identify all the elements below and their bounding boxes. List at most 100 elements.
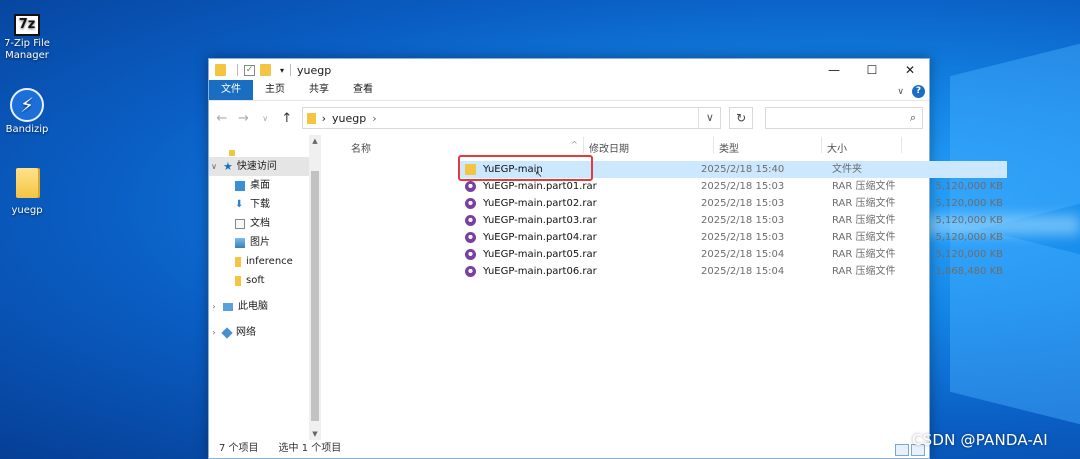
- file-size: 1,868,480 KB: [935, 266, 1004, 277]
- rar-archive-icon: [465, 232, 476, 243]
- properties-quick-icon[interactable]: ✓: [244, 64, 255, 76]
- tab-file[interactable]: 文件: [209, 80, 253, 100]
- back-arrow-icon[interactable]: ←: [215, 111, 229, 126]
- download-icon: ⬇: [235, 198, 244, 210]
- column-header-type[interactable]: 类型: [719, 140, 739, 155]
- search-input[interactable]: ⌕: [764, 107, 923, 129]
- desktop-icon-label: 7-Zip File: [4, 38, 50, 49]
- forward-arrow-icon[interactable]: →: [237, 111, 251, 126]
- navigation-bar: ← → ∨ ↑ › yuegp › ∨ ↻ ⌕: [209, 101, 929, 135]
- rar-archive-icon: [465, 266, 476, 277]
- breadcrumb-yuegp[interactable]: yuegp: [332, 112, 366, 125]
- collapse-chevron-icon[interactable]: ∨: [209, 157, 219, 176]
- ribbon-tabs: 文件 主页 共享 查看 ∨ ?: [209, 80, 929, 101]
- file-name: YuEGP-main.part05.rar: [483, 249, 597, 260]
- file-type: RAR 压缩文件: [832, 266, 896, 277]
- star-icon: ★: [223, 160, 233, 173]
- quick-access-dropdown-icon[interactable]: ▾: [280, 66, 284, 75]
- rar-archive-icon: [465, 249, 476, 260]
- nav-scrollbar[interactable]: ▲ ▼: [309, 135, 321, 440]
- desktop-icon-yuegp-folder[interactable]: yuegp: [2, 168, 52, 217]
- title-bar[interactable]: ✓ ▾ yuegp — ☐ ✕: [209, 59, 929, 81]
- maximize-button[interactable]: ☐: [853, 59, 891, 81]
- nav-label: 下载: [250, 199, 270, 210]
- window-title: yuegp: [297, 63, 332, 77]
- help-icon[interactable]: ?: [912, 85, 925, 98]
- recent-locations-icon[interactable]: ∨: [258, 114, 272, 123]
- details-view-icon[interactable]: [895, 444, 909, 456]
- nav-network[interactable]: › 网络: [209, 323, 256, 342]
- selection-count: 选中 1 个项目: [278, 443, 342, 454]
- nav-this-pc[interactable]: › 此电脑: [209, 297, 268, 316]
- file-date: 2025/2/18 15:04: [701, 266, 785, 277]
- minimize-button[interactable]: —: [815, 59, 853, 81]
- item-count: 7 个项目: [219, 443, 259, 454]
- file-row[interactable]: YuEGP-main.part03.rar 2025/2/18 15:03 RA…: [459, 212, 1007, 229]
- expand-ribbon-icon[interactable]: ∨: [897, 87, 904, 97]
- desktop-icon-label: yuegp: [11, 205, 43, 216]
- nav-label: inference: [246, 256, 293, 267]
- column-header-size[interactable]: 大小: [827, 140, 847, 155]
- rar-archive-icon: [465, 215, 476, 226]
- tab-share[interactable]: 共享: [297, 80, 341, 100]
- scroll-up-icon[interactable]: ▲: [309, 137, 321, 145]
- file-date: 2025/2/18 15:04: [701, 249, 785, 260]
- nav-quick-access[interactable]: ∨ ★ 快速访问: [209, 157, 309, 176]
- nav-item-soft[interactable]: soft: [235, 271, 265, 290]
- expand-chevron-icon[interactable]: ›: [209, 297, 219, 316]
- scrollbar-thumb[interactable]: [311, 171, 319, 421]
- file-date: 2025/2/18 15:03: [701, 198, 785, 209]
- file-size: 5,120,000 KB: [935, 215, 1004, 226]
- refresh-button[interactable]: ↻: [729, 107, 753, 129]
- desktop-icon-label: Bandizip: [5, 124, 49, 135]
- file-name: YuEGP-main.part02.rar: [483, 198, 597, 209]
- folder-icon: [235, 275, 241, 286]
- network-icon: [221, 326, 233, 339]
- bandizip-logo-icon: ⚡: [10, 88, 44, 122]
- file-row[interactable]: YuEGP-main.part06.rar 2025/2/18 15:04 RA…: [459, 263, 1007, 280]
- nav-item-inference[interactable]: inference: [235, 252, 293, 271]
- nav-item-pictures[interactable]: 图片: [235, 233, 270, 252]
- mouse-cursor-icon: ↖: [535, 170, 543, 180]
- file-size: 5,120,000 KB: [935, 181, 1004, 192]
- file-list: ^ 名称 修改日期 类型 大小 YuEGP-main 2025/2/18 15:…: [321, 135, 1007, 440]
- file-type: RAR 压缩文件: [832, 232, 896, 243]
- address-bar[interactable]: › yuegp › ∨: [301, 107, 722, 129]
- nav-label: 快速访问: [236, 161, 277, 172]
- watermark: CSDN @PANDA-AI: [912, 431, 1048, 449]
- folder-icon: [16, 168, 38, 198]
- file-row[interactable]: YuEGP-main.part02.rar 2025/2/18 15:03 RA…: [459, 195, 1007, 212]
- scroll-down-icon[interactable]: ▼: [309, 430, 321, 438]
- folder-icon: [235, 256, 241, 267]
- file-size: 5,120,000 KB: [935, 198, 1004, 209]
- file-type: RAR 压缩文件: [832, 249, 896, 260]
- desktop-icon-label: Manager: [5, 50, 49, 61]
- expand-chevron-icon[interactable]: ›: [209, 323, 219, 342]
- new-folder-quick-icon[interactable]: [260, 64, 271, 76]
- column-header-date[interactable]: 修改日期: [589, 140, 629, 155]
- nav-item-desktop[interactable]: 桌面: [235, 176, 270, 195]
- file-name: YuEGP-main.part06.rar: [483, 266, 597, 277]
- file-name: YuEGP-main.part04.rar: [483, 232, 597, 243]
- pictures-icon: [235, 237, 245, 248]
- nav-item-documents[interactable]: 文档: [235, 214, 270, 233]
- file-explorer-window[interactable]: ✓ ▾ yuegp — ☐ ✕ 文件 主页 共享 查看 ∨ ? ← → ∨ ↑ …: [208, 58, 1007, 459]
- computer-icon: [223, 302, 233, 311]
- tab-home[interactable]: 主页: [253, 80, 297, 100]
- file-date: 2025/2/18 15:40: [701, 164, 785, 175]
- tab-view[interactable]: 查看: [341, 80, 385, 100]
- file-row[interactable]: YuEGP-main.part05.rar 2025/2/18 15:04 RA…: [459, 246, 1007, 263]
- address-dropdown-icon[interactable]: ∨: [698, 108, 720, 128]
- up-arrow-icon[interactable]: ↑: [280, 111, 294, 126]
- file-type: 文件夹: [832, 164, 862, 175]
- column-header-name[interactable]: 名称: [351, 140, 371, 155]
- sort-ascending-icon: ^: [571, 140, 578, 149]
- nav-item-downloads[interactable]: ⬇ 下载: [235, 195, 270, 214]
- file-date: 2025/2/18 15:03: [701, 232, 785, 243]
- desktop-icon-bandizip[interactable]: ⚡ Bandizip: [2, 88, 52, 136]
- desktop-icon-7zip[interactable]: 7z 7-Zip File Manager: [2, 14, 52, 62]
- nav-label: 桌面: [250, 180, 270, 191]
- close-button[interactable]: ✕: [891, 59, 929, 81]
- navigation-pane: ∨ ★ 快速访问 桌面 ⬇ 下载 文档 图片 inference soft › …: [209, 135, 321, 440]
- file-row[interactable]: YuEGP-main.part04.rar 2025/2/18 15:03 RA…: [459, 229, 1007, 246]
